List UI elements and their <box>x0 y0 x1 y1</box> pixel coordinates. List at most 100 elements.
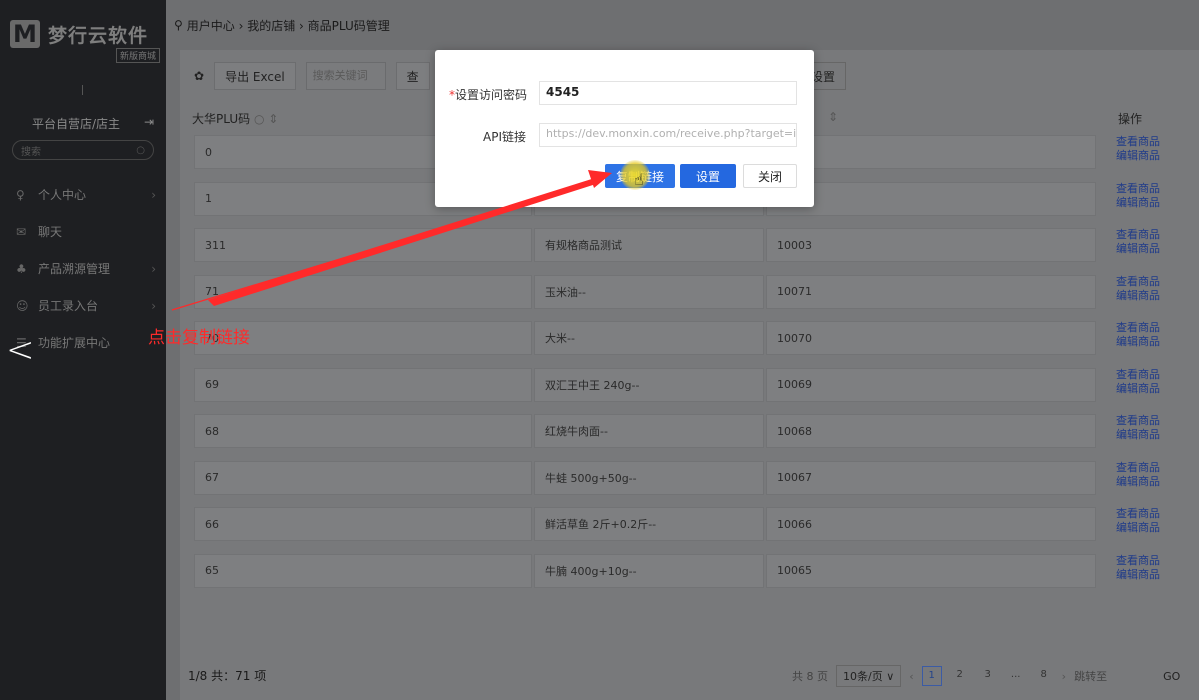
export-excel-button[interactable]: 导出 Excel <box>214 62 296 90</box>
plu-cell[interactable]: 65 <box>194 553 532 588</box>
plu-cell[interactable]: 69 <box>194 367 532 402</box>
product-name-cell[interactable]: 玉米油-- <box>534 274 764 309</box>
code-cell[interactable]: 10071 <box>766 274 1096 309</box>
view-product-link[interactable]: 查看商品 <box>1116 414 1160 428</box>
sidebar-item-personal-center[interactable]: ♀ 个人中心 › <box>0 176 166 213</box>
logo-text: 梦行云软件 <box>48 24 149 47</box>
edit-product-link[interactable]: 编辑商品 <box>1116 289 1160 303</box>
store-switcher[interactable]: 平台自营店/店主 ⇥ <box>0 115 166 132</box>
view-product-link[interactable]: 查看商品 <box>1116 461 1160 475</box>
table-row: 65 牛腩 400g+10g-- 10065 查看商品 编辑商品 <box>194 553 1194 594</box>
product-name-cell[interactable]: 大米-- <box>534 321 764 355</box>
edit-product-link[interactable]: 编辑商品 <box>1116 521 1160 535</box>
plu-cell[interactable]: 66 <box>194 507 532 541</box>
code-cell[interactable] <box>766 135 1096 169</box>
edit-product-link[interactable]: 编辑商品 <box>1116 196 1160 210</box>
code-cell[interactable]: 10070 <box>766 321 1096 355</box>
page-button[interactable]: 2 <box>950 666 970 686</box>
go-button[interactable]: GO <box>1163 670 1180 683</box>
code-cell[interactable]: 10065 <box>766 553 1096 588</box>
sidebar-search-placeholder: 搜索 <box>21 146 41 158</box>
search-icon[interactable]: ○ <box>136 145 145 156</box>
table-row: 68 红烧牛肉面-- 10068 查看商品 编辑商品 <box>194 414 1194 454</box>
row-actions: 查看商品 编辑商品 <box>1116 182 1160 210</box>
table-row: 311 有规格商品测试 10003 查看商品 编辑商品 <box>194 228 1194 268</box>
view-product-link[interactable]: 查看商品 <box>1116 507 1160 521</box>
sort-icon[interactable]: ⇕ <box>828 110 838 124</box>
jump-input[interactable] <box>1115 666 1155 686</box>
edit-product-link[interactable]: 编辑商品 <box>1116 242 1160 256</box>
product-name-cell[interactable]: 鲜活草鱼 2斤+0.2斤-- <box>534 507 764 541</box>
edit-product-link[interactable]: 编辑商品 <box>1116 149 1160 163</box>
gear-icon[interactable]: ✿ <box>194 69 204 83</box>
store-label: 平台自营店/店主 <box>32 117 121 131</box>
location-pin-icon: ⚲ <box>174 18 183 32</box>
product-name-cell[interactable]: 牛腩 400g+10g-- <box>534 553 764 588</box>
staff-icon: ☺ <box>16 298 29 313</box>
set-button[interactable]: 设置 <box>680 164 736 188</box>
page-button[interactable]: 8 <box>1034 666 1054 686</box>
chevron-right-icon: › <box>151 261 156 276</box>
sidebar-item-label: 员工录入台 <box>38 299 99 313</box>
edit-product-link[interactable]: 编辑商品 <box>1116 335 1160 349</box>
query-button[interactable]: 查 <box>395 62 430 90</box>
plu-cell[interactable]: 67 <box>194 460 532 495</box>
edit-product-link[interactable]: 编辑商品 <box>1116 382 1160 396</box>
user-icon: ♀ <box>16 187 25 202</box>
row-actions: 查看商品 编辑商品 <box>1116 135 1160 163</box>
column-header-plu[interactable]: 大华PLU码 ○ ⇕ <box>192 110 278 127</box>
table-row: 70 大米-- 10070 查看商品 编辑商品 <box>194 321 1194 361</box>
api-link-input[interactable]: https://dev.monxin.com/receive.php?targe… <box>539 123 797 147</box>
plu-cell[interactable]: 68 <box>194 414 532 448</box>
code-cell[interactable]: 10067 <box>766 460 1096 495</box>
view-product-link[interactable]: 查看商品 <box>1116 554 1160 568</box>
hand-cursor-icon: ☝ <box>634 170 644 189</box>
sidebar-item-chat[interactable]: ✉ 聊天 <box>0 213 166 250</box>
total-pages: 共 8 页 <box>792 670 828 683</box>
view-product-link[interactable]: 查看商品 <box>1116 228 1160 242</box>
view-product-link[interactable]: 查看商品 <box>1116 368 1160 382</box>
plu-cell[interactable]: 311 <box>194 228 532 262</box>
edit-product-link[interactable]: 编辑商品 <box>1116 568 1160 582</box>
sidebar-item-label: 产品溯源管理 <box>38 262 111 276</box>
page-button[interactable]: 1 <box>921 666 942 686</box>
close-button[interactable]: 关闭 <box>743 164 797 188</box>
sidebar-search-input[interactable]: 搜索 ○ <box>12 140 154 160</box>
view-product-link[interactable]: 查看商品 <box>1116 275 1160 289</box>
code-cell[interactable]: 10069 <box>766 367 1096 402</box>
code-cell[interactable] <box>766 181 1096 216</box>
prev-page-button[interactable]: ‹ <box>909 670 913 683</box>
edit-product-link[interactable]: 编辑商品 <box>1116 475 1160 489</box>
page-size-select[interactable]: 10条/页 ∨ <box>836 665 902 687</box>
view-product-link[interactable]: 查看商品 <box>1116 321 1160 335</box>
sidebar-item-staff[interactable]: ☺ 员工录入台 › <box>0 287 166 324</box>
chevron-right-icon: › <box>151 298 156 313</box>
access-password-input[interactable]: 4545 <box>539 81 797 105</box>
sidebar-item-product-trace[interactable]: ♣ 产品溯源管理 › <box>0 250 166 287</box>
logo-badge: 新版商城 <box>116 48 161 63</box>
next-page-button[interactable]: › <box>1062 670 1066 683</box>
plu-cell[interactable]: 71 <box>194 274 532 309</box>
table-row: 67 牛蛙 500g+50g-- 10067 查看商品 编辑商品 <box>194 460 1194 501</box>
row-actions: 查看商品 编辑商品 <box>1116 275 1160 303</box>
code-cell[interactable]: 10003 <box>766 228 1096 262</box>
code-cell[interactable]: 10066 <box>766 507 1096 541</box>
view-product-link[interactable]: 查看商品 <box>1116 135 1160 149</box>
product-name-cell[interactable]: 红烧牛肉面-- <box>534 414 764 448</box>
product-name-cell[interactable]: 有规格商品测试 <box>534 228 764 262</box>
view-product-link[interactable]: 查看商品 <box>1116 182 1160 196</box>
product-name-cell[interactable]: 双汇王中王 240g-- <box>534 367 764 402</box>
table-row: 71 玉米油-- 10071 查看商品 编辑商品 <box>194 274 1194 315</box>
sort-icon[interactable]: ○ ⇕ <box>254 112 278 126</box>
sidebar-item-label: 个人中心 <box>38 188 87 202</box>
code-cell[interactable]: 10068 <box>766 414 1096 448</box>
page-button[interactable]: 3 <box>978 666 998 686</box>
sidebar-item-label: 聊天 <box>38 225 63 239</box>
logout-icon[interactable]: ⇥ <box>144 115 154 132</box>
product-name-cell[interactable]: 牛蛙 500g+50g-- <box>534 460 764 495</box>
row-actions: 查看商品 编辑商品 <box>1116 461 1160 489</box>
keyword-search-input[interactable]: 搜索关键词 <box>305 62 386 90</box>
edit-product-link[interactable]: 编辑商品 <box>1116 428 1160 442</box>
back-arrow-icon[interactable]: < <box>6 330 35 370</box>
row-actions: 查看商品 编辑商品 <box>1116 507 1160 535</box>
